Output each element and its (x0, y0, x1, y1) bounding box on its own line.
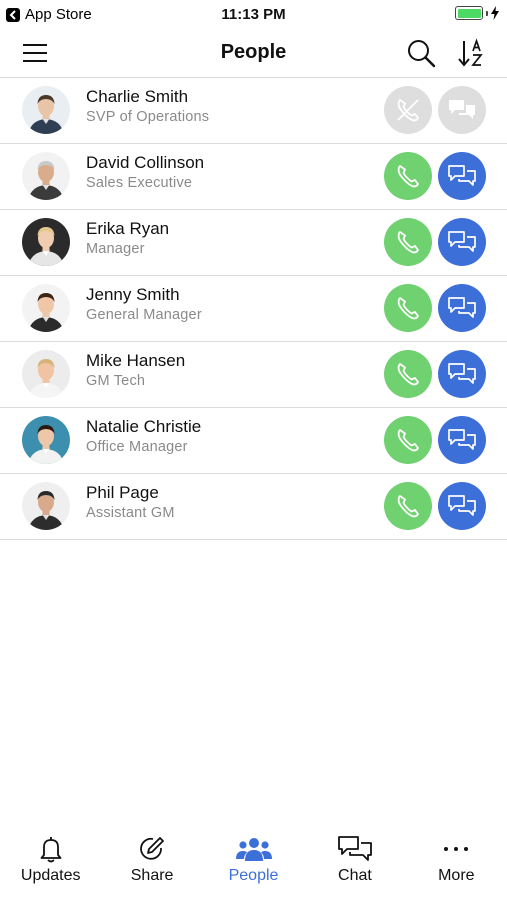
message-button[interactable] (438, 350, 486, 398)
tab-label: More (438, 867, 475, 884)
tab-share[interactable]: Share (101, 820, 202, 900)
tab-label: Updates (20, 867, 81, 884)
phone-icon (395, 427, 421, 453)
call-button[interactable] (384, 152, 432, 200)
phone-icon (395, 229, 421, 255)
person-title: GM Tech (86, 373, 146, 389)
person-title: SVP of Operations (86, 109, 210, 125)
person-row[interactable]: Phil Page Assistant GM (0, 474, 507, 540)
avatar (22, 482, 70, 530)
search-icon (408, 40, 436, 68)
chat-bubbles-icon (447, 361, 477, 387)
person-name: Phil Page (86, 483, 159, 502)
message-button[interactable] (438, 284, 486, 332)
person-row[interactable]: Jenny Smith General Manager (0, 276, 507, 342)
phone-off-icon (395, 97, 421, 123)
sort-az-icon (458, 38, 483, 67)
nav-bar: People (0, 28, 507, 78)
avatar (22, 350, 70, 398)
message-button[interactable] (438, 152, 486, 200)
person-row[interactable]: Natalie Christie Office Manager (0, 408, 507, 474)
call-button[interactable] (384, 86, 432, 134)
phone-icon (395, 361, 421, 387)
call-button[interactable] (384, 218, 432, 266)
person-name: David Collinson (86, 153, 205, 172)
chat-bubbles-icon (447, 493, 477, 519)
chat-bubbles-icon (304, 834, 405, 864)
people-list: Charlie Smith SVP of Operations David Coll… (0, 78, 507, 540)
message-button[interactable] (438, 86, 486, 134)
tab-updates[interactable]: Updates (0, 820, 101, 900)
chat-bubbles-icon (447, 163, 477, 189)
tab-label: Chat (338, 867, 372, 884)
bell-icon (0, 834, 101, 864)
status-bar: App Store 11:13 PM (0, 0, 507, 28)
status-time: 11:13 PM (221, 6, 286, 23)
chat-bubbles-icon (447, 229, 477, 255)
avatar (22, 152, 70, 200)
call-button[interactable] (384, 284, 432, 332)
chat-bubbles-icon (447, 427, 477, 453)
person-title: Office Manager (86, 439, 188, 455)
tab-more[interactable]: More (406, 820, 507, 900)
person-row[interactable]: Mike Hansen GM Tech (0, 342, 507, 408)
person-title: Manager (86, 241, 145, 257)
phone-icon (395, 163, 421, 189)
compose-icon (101, 834, 202, 864)
phone-icon (395, 295, 421, 321)
person-title: General Manager (86, 307, 202, 323)
search-button[interactable] (404, 36, 438, 70)
call-button[interactable] (384, 482, 432, 530)
message-button[interactable] (438, 416, 486, 464)
person-title: Sales Executive (86, 175, 193, 191)
avatar (22, 86, 70, 134)
person-name: Natalie Christie (86, 417, 202, 436)
call-button[interactable] (384, 350, 432, 398)
person-title: Assistant GM (86, 505, 175, 521)
people-icon (203, 834, 304, 864)
ellipsis-icon (406, 834, 507, 864)
tab-label: People (228, 867, 279, 884)
avatar (22, 218, 70, 266)
person-name: Charlie Smith (86, 87, 189, 106)
person-name: Erika Ryan (86, 219, 170, 238)
avatar (22, 416, 70, 464)
avatar (22, 284, 70, 332)
battery-icon (455, 6, 483, 20)
charging-bolt-icon (491, 6, 499, 20)
tab-chat[interactable]: Chat (304, 820, 405, 900)
sort-button[interactable] (455, 36, 489, 70)
tab-people[interactable]: People (203, 820, 304, 900)
person-row[interactable]: David Collinson Sales Executive (0, 144, 507, 210)
battery-indicator (455, 6, 499, 20)
person-row[interactable]: Erika Ryan Manager (0, 210, 507, 276)
tab-bar: Updates Share People Chat More (0, 820, 507, 900)
message-button[interactable] (438, 482, 486, 530)
person-name: Jenny Smith (86, 285, 180, 304)
message-button[interactable] (438, 218, 486, 266)
phone-icon (395, 493, 421, 519)
chat-bubbles-icon (447, 97, 477, 123)
person-row[interactable]: Charlie Smith SVP of Operations (0, 78, 507, 144)
call-button[interactable] (384, 416, 432, 464)
person-name: Mike Hansen (86, 351, 186, 370)
tab-label: Share (130, 867, 174, 884)
chat-bubbles-icon (447, 295, 477, 321)
